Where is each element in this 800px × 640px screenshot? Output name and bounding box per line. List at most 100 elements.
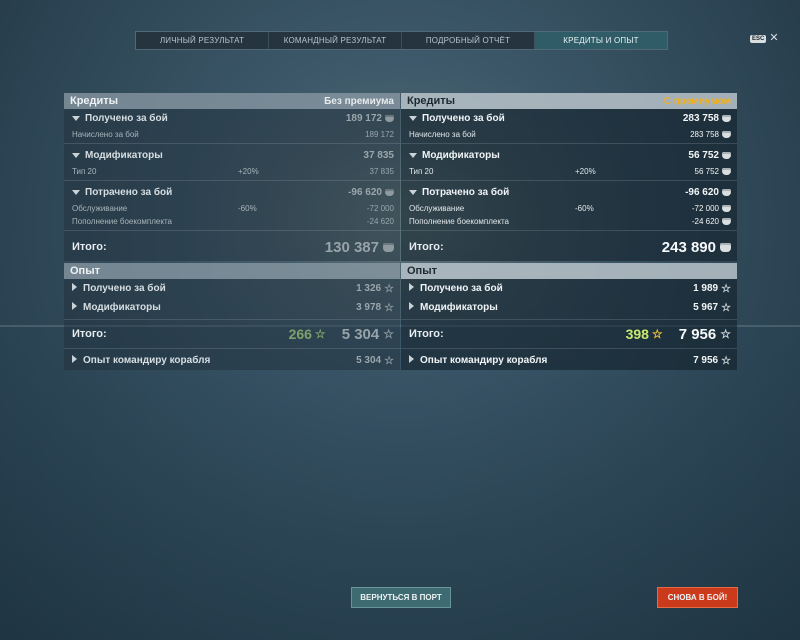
xp-modifiers-value: 5 967 (693, 302, 719, 313)
free-xp-star-icon: ☆ (651, 327, 663, 341)
divider (401, 348, 737, 349)
divider (401, 230, 737, 231)
credits-icon (385, 189, 394, 196)
divider (401, 319, 737, 320)
tab-detailed-report[interactable]: ПОДРОБНЫЙ ОТЧЁТ (402, 32, 535, 49)
modifier-percent: +20% (238, 167, 259, 176)
xp-earned-row[interactable]: Получено за бой 1 326 ☆ (64, 279, 400, 298)
xp-header: Опыт (401, 263, 737, 279)
ammo-label: Пополнение боекомплекта (409, 217, 509, 226)
credits-section: Получено за бой 283 758 Начислено за бой… (401, 109, 737, 261)
credits-icon (722, 205, 731, 212)
star-icon: ☆ (721, 282, 731, 295)
expand-arrow-icon (409, 283, 414, 291)
expand-arrow-icon (409, 302, 414, 310)
earned-value: 283 758 (682, 113, 719, 124)
credits-icon (722, 218, 731, 225)
divider (401, 180, 737, 181)
xp-total-label: Итого: (409, 328, 444, 340)
modifier-source-label: Тип 20 (72, 167, 97, 176)
expand-arrow-icon (72, 302, 77, 310)
commander-xp-row[interactable]: Опыт командиру корабля 5 304 ☆ (64, 351, 400, 370)
credits-title: Кредиты (70, 95, 119, 107)
xp-title: Опыт (70, 265, 100, 277)
panel-with-premium: Кредиты С премиумом Получено за бой 283 … (401, 93, 737, 370)
xp-earned-label: Получено за бой (420, 283, 503, 294)
star-icon: ☆ (721, 301, 731, 314)
credits-icon (385, 115, 394, 122)
service-percent: -60% (238, 204, 257, 213)
xp-modifiers-value: 3 978 (356, 302, 382, 313)
star-icon: ☆ (384, 301, 394, 314)
credits-icon (383, 242, 394, 252)
star-icon: ☆ (721, 354, 731, 367)
earned-row[interactable]: Получено за бой 189 172 (64, 109, 400, 128)
credits-icon (722, 189, 731, 196)
close-button[interactable]: ESC ✕ (750, 32, 779, 44)
tab-personal-result[interactable]: ЛИЧНЫЙ РЕЗУЛЬТАТ (136, 32, 269, 49)
star-icon: ☆ (383, 327, 394, 341)
xp-total-value: 7 956 (678, 325, 717, 343)
return-to-port-button[interactable]: ВЕРНУТЬСЯ В ПОРТ (351, 587, 451, 608)
credits-title: Кредиты (407, 95, 456, 107)
ammo-row: Пополнение боекомплекта -24 620 (64, 215, 400, 228)
xp-earned-value: 1 989 (693, 283, 719, 294)
modifier-detail-value: 56 752 (694, 167, 719, 176)
xp-modifiers-row[interactable]: Модификаторы 5 967 ☆ (401, 298, 737, 317)
panel-without-premium: Кредиты Без премиума Получено за бой 189… (64, 93, 400, 370)
tab-credits-and-xp[interactable]: КРЕДИТЫ И ОПЫТ (535, 32, 667, 49)
modifier-detail-value: 37 835 (369, 167, 394, 176)
premium-status-label: С премиумом (663, 95, 731, 107)
credits-section: Получено за бой 189 172 Начислено за бой… (64, 109, 400, 261)
xp-modifiers-row[interactable]: Модификаторы 3 978 ☆ (64, 298, 400, 317)
xp-total-label: Итого: (72, 328, 107, 340)
close-icon: ✕ (769, 32, 779, 44)
results-tabs: ЛИЧНЫЙ РЕЗУЛЬТАТ КОМАНДНЫЙ РЕЗУЛЬТАТ ПОД… (135, 31, 668, 50)
expand-arrow-icon (409, 190, 417, 195)
commander-xp-row[interactable]: Опыт командиру корабля 7 956 ☆ (401, 351, 737, 370)
credits-header: Кредиты С премиумом (401, 93, 737, 109)
modifiers-detail-row: Тип 20 +20% 37 835 (64, 165, 400, 178)
ammo-label: Пополнение боекомплекта (72, 217, 172, 226)
earned-detail-value: 283 758 (690, 130, 719, 139)
tab-team-result[interactable]: КОМАНДНЫЙ РЕЗУЛЬТАТ (269, 32, 402, 49)
credits-header: Кредиты Без премиума (64, 93, 400, 109)
spent-label: Потрачено за бой (85, 187, 173, 198)
ammo-value: -24 620 (691, 217, 719, 226)
xp-modifiers-label: Модификаторы (83, 302, 161, 313)
earned-label: Получено за бой (85, 113, 168, 124)
free-xp-value: 398 (625, 326, 649, 342)
earned-detail-row: Начислено за бой 283 758 (401, 128, 737, 141)
service-label: Обслуживание (72, 204, 128, 213)
earned-detail-label: Начислено за бой (72, 130, 139, 139)
modifiers-row[interactable]: Модификаторы 37 835 (64, 146, 400, 165)
earned-row[interactable]: Получено за бой 283 758 (401, 109, 737, 128)
credits-icon (722, 152, 731, 159)
ammo-row: Пополнение боекомплекта -24 620 (401, 215, 737, 228)
modifiers-row[interactable]: Модификаторы 56 752 (401, 146, 737, 165)
star-icon: ☆ (384, 354, 394, 367)
spent-value: -96 620 (685, 187, 719, 198)
credits-icon (722, 131, 731, 138)
expand-arrow-icon (409, 116, 417, 121)
credits-total-label: Итого: (72, 241, 107, 253)
commander-xp-label: Опыт командиру корабля (83, 355, 211, 366)
earned-label: Получено за бой (422, 113, 505, 124)
xp-section: Получено за бой 1 326 ☆ Модификаторы 3 97… (64, 279, 400, 370)
free-xp-value: 266 (288, 326, 312, 342)
modifiers-label: Модификаторы (85, 150, 163, 161)
xp-title: Опыт (407, 265, 437, 277)
free-xp-star-icon: ☆ (314, 327, 326, 341)
ammo-value: -24 620 (366, 217, 394, 226)
xp-earned-row[interactable]: Получено за бой 1 989 ☆ (401, 279, 737, 298)
battle-again-button[interactable]: СНОВА В БОЙ! (657, 587, 738, 608)
spent-row[interactable]: Потрачено за бой -96 620 (401, 183, 737, 202)
service-value: -72 000 (691, 204, 719, 213)
credits-total-label: Итого: (409, 241, 444, 253)
expand-arrow-icon (72, 283, 77, 291)
divider (401, 143, 737, 144)
service-value: -72 000 (366, 204, 394, 213)
divider (64, 319, 400, 320)
commander-xp-value: 5 304 (356, 355, 382, 366)
spent-row[interactable]: Потрачено за бой -96 620 (64, 183, 400, 202)
